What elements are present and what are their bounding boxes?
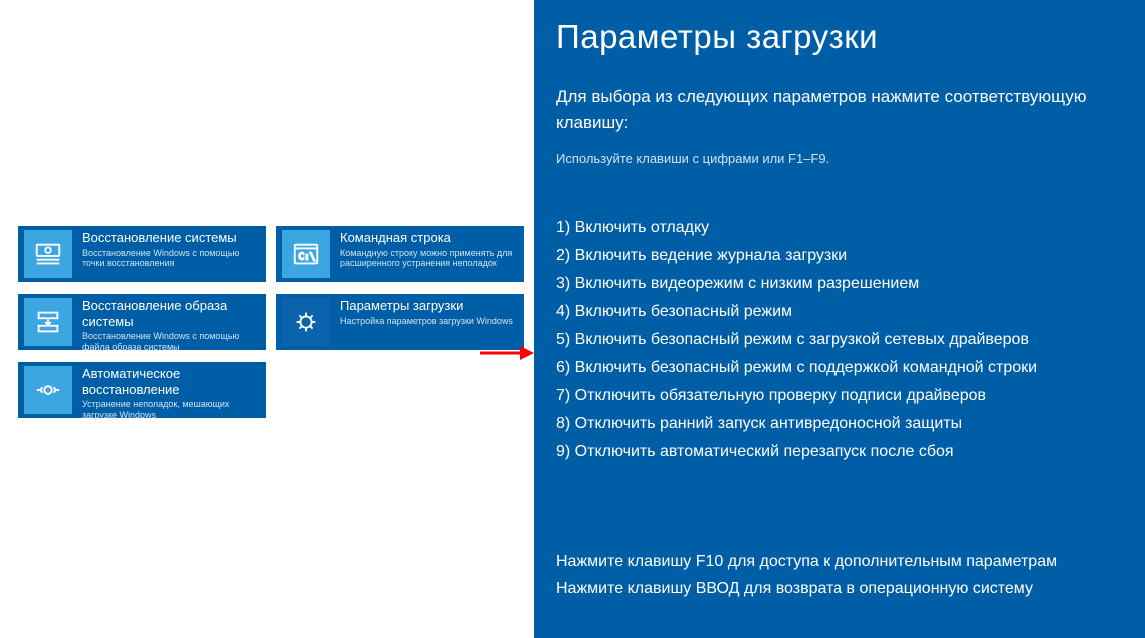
auto-repair-icon <box>24 366 72 414</box>
option-8[interactable]: 8) Отключить ранний запуск антивредоносн… <box>556 410 1145 438</box>
tiles-container: Восстановление системы Восстановление Wi… <box>18 226 515 430</box>
tile-auto-repair[interactable]: Автоматическое восстановление Устранение… <box>18 362 266 418</box>
footer-f10: Нажмите клавишу F10 для доступа к дополн… <box>556 548 1057 575</box>
tile-title: Командная строка <box>340 230 518 246</box>
option-3[interactable]: 3) Включить видеорежим с низким разрешен… <box>556 270 1145 298</box>
command-prompt-icon: C:\ <box>282 230 330 278</box>
tile-image-restore[interactable]: Восстановление образа системы Восстановл… <box>18 294 266 350</box>
option-9[interactable]: 9) Отключить автоматический перезапуск п… <box>556 438 1145 466</box>
option-list: 1) Включить отладку 2) Включить ведение … <box>556 214 1145 466</box>
tile-desc: Восстановление Windows с помощью точки в… <box>82 248 260 270</box>
tile-title: Восстановление образа системы <box>82 298 260 329</box>
tile-desc: Восстановление Windows с помощью файла о… <box>82 331 260 353</box>
startup-settings-icon <box>282 298 330 346</box>
tile-desc: Устранение неполадок, мешающих загрузке … <box>82 399 260 421</box>
tile-title: Восстановление системы <box>82 230 260 246</box>
footer-enter: Нажмите клавишу ВВОД для возврата в опер… <box>556 575 1057 602</box>
tile-desc: Командную строку можно применять для рас… <box>340 248 518 270</box>
arrow-icon <box>480 342 534 364</box>
tile-title: Автоматическое восстановление <box>82 366 260 397</box>
page-title: Параметры загрузки <box>556 18 1145 56</box>
tile-title: Параметры загрузки <box>340 298 518 314</box>
option-7[interactable]: 7) Отключить обязательную проверку подпи… <box>556 382 1145 410</box>
option-6[interactable]: 6) Включить безопасный режим с поддержко… <box>556 354 1145 382</box>
tile-system-restore[interactable]: Восстановление системы Восстановление Wi… <box>18 226 266 282</box>
tile-command-prompt[interactable]: C:\ Командная строка Командную строку мо… <box>276 226 524 282</box>
left-panel: Восстановление системы Восстановление Wi… <box>0 0 534 638</box>
system-restore-icon <box>24 230 72 278</box>
option-4[interactable]: 4) Включить безопасный режим <box>556 298 1145 326</box>
tile-desc: Настройка параметров загрузки Windows <box>340 316 518 327</box>
image-restore-icon <box>24 298 72 346</box>
svg-text:C:\: C:\ <box>299 252 316 263</box>
right-panel: Параметры загрузки Для выбора из следующ… <box>534 0 1145 638</box>
option-2[interactable]: 2) Включить ведение журнала загрузки <box>556 242 1145 270</box>
option-1[interactable]: 1) Включить отладку <box>556 214 1145 242</box>
page-subtitle: Для выбора из следующих параметров нажми… <box>556 84 1145 137</box>
footer-block: Нажмите клавишу F10 для доступа к дополн… <box>556 548 1057 602</box>
keyboard-hint: Используйте клавиши с цифрами или F1–F9. <box>556 151 1145 166</box>
option-5[interactable]: 5) Включить безопасный режим с загрузкой… <box>556 326 1145 354</box>
